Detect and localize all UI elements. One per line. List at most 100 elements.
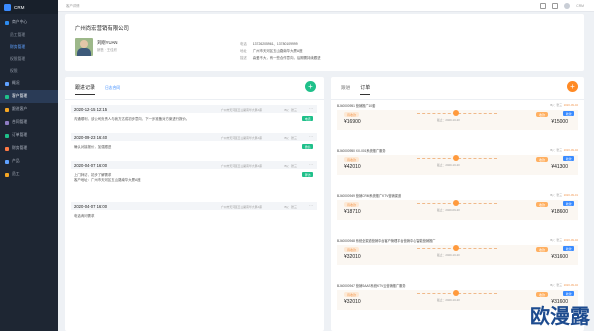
sidebar-item-3[interactable]: 权限管理 [0,53,58,65]
received-tag: 收款 [535,247,548,252]
tab-contract-log[interactable]: 日志合同 [105,86,120,94]
order-number[interactable]: BJ40000950 XX-001系统推广服务 [337,148,386,153]
logo-icon [4,3,11,11]
sidebar-item-11[interactable]: 产品 [0,155,58,168]
person-meta: 销售 · 王佳欣 [97,48,117,52]
order-row[interactable]: BJ40000951 营销推广10套 By：张三 2020-09-02 待收款 ¥169… [337,103,578,130]
payment-status-tag: 待收款 [344,112,360,117]
user-name[interactable]: CRM [576,4,584,8]
company-card: 广州尚宏营销有限公司 刘刚YUAN 销售 · 王佳欣 电话 13726205961… [65,14,584,71]
order-amount: ¥32010 [344,254,361,260]
tab-follow-records[interactable]: 跟进记录 [75,84,96,95]
description-field: 描述 喜爱不大，有一些合作意向，后期需持续跟进 [240,56,321,60]
order-number[interactable]: BJ40000947 营销SAAS系统KTV云营销推广服务 [337,283,406,288]
record-author: By：张三 [284,107,297,112]
order-amount: ¥42010 [344,164,361,170]
sidebar-item-icon [5,120,9,125]
collect-button[interactable]: 收款 [563,201,574,206]
progress-dot-icon [453,290,459,296]
record-location: 广州市天河区五山路南华大厦A座 [221,204,263,209]
more-icon[interactable]: ··· [309,106,313,111]
bell-icon[interactable] [552,2,559,9]
breadcrumb[interactable]: 客户详情 [66,3,80,8]
sidebar-item-icon [5,159,9,164]
received-amount: ¥41300 [551,164,568,170]
order-number[interactable]: BJ40000949 营销CRM系统推广KTV营销渠道 [337,193,401,198]
sidebar-item-icon [5,146,9,151]
record-time: 2020-04-07 16:00 [74,203,108,209]
order-date: 2020-09-02 [563,283,578,287]
follow-record: 2020-04-07 16:00 广州市天河区五山路南华大厦A座 By：张三 ··· 电… [71,202,317,222]
sidebar-item-icon [5,81,9,86]
sidebar-item-12[interactable]: 员工 [0,168,58,181]
record-text: 确认对接报价，加强跟进 [74,145,112,149]
person-photo [75,38,93,56]
collect-button[interactable]: 收款 [563,156,574,161]
record-text: 电话询问需求 [74,214,95,218]
sidebar-item-0[interactable]: 商户中心 [0,16,58,29]
sidebar-item-label: 产品 [12,159,20,163]
record-location: 广州市天河区五山路南华大厦A座 [221,163,263,168]
payment-status-tag: 待收款 [344,157,360,162]
received-amount: ¥18600 [551,209,568,215]
order-number[interactable]: BJ40000948 系统全渠道营销中台客户管理平台营销中心智能营销推广 [337,238,435,243]
order-author: By：张三 [550,238,562,242]
more-icon[interactable]: ··· [309,203,313,208]
order-date: 2020-09-02 [563,148,578,152]
record-author: By：张三 [284,204,297,209]
order-author: By：张三 [550,193,562,197]
sidebar-item-10[interactable]: 财务管理 [0,142,58,155]
sidebar-item-icon [5,20,9,25]
phone-field: 电话 13726205961、13780109999 [240,42,298,46]
order-number[interactable]: BJ40000951 营销推广10套 [337,103,375,108]
sidebar-item-label: 商户中心 [12,20,28,24]
brand[interactable]: CRM [0,0,58,14]
order-date: 2020-09-02 [563,103,578,107]
add-order-button[interactable]: + [567,81,578,92]
sidebar-item-8[interactable]: 合同管理 [0,116,58,129]
received-amount: ¥15000 [551,119,568,125]
sidebar-item-1[interactable]: 员工管理 [0,29,58,41]
orders-panel: 跟进 订单 + BJ40000951 营销推广10套 By：张三 2020-09-0… [331,77,584,331]
sidebar-item-5[interactable]: 概况 [0,77,58,90]
sidebar-item-4[interactable]: 权限 [0,65,58,77]
record-type-badge: 电话 [302,116,313,122]
more-icon[interactable]: ··· [309,134,313,139]
record-location: 广州市天河区五山路南华大厦A座 [221,107,263,112]
sidebar-item-label: 员工管理 [10,32,26,37]
tab-orders[interactable]: 订单 [360,84,371,95]
sidebar-item-9[interactable]: 订单管理 [0,129,58,142]
sidebar-item-label: 概况 [12,81,20,85]
tab-follow[interactable]: 跟进 [341,85,350,94]
add-follow-button[interactable]: + [305,81,316,92]
avatar[interactable] [564,2,571,9]
order-row[interactable]: BJ40000949 营销CRM系统推广KTV营销渠道 By：张三 2020-09-… [337,193,578,220]
received-tag: 收款 [535,292,548,297]
address-field: 地址 广州市天河区五山路南华大厦A座 [240,49,303,53]
sidebar-item-label: 权限管理 [10,56,26,61]
order-payment-box: 待收款 ¥18710 截止：2020-09-20 收款 ¥18600 收款 [337,200,578,220]
sidebar-item-2[interactable]: 财务管理 [0,41,58,53]
topbar: 客户详情 CRM [58,0,594,12]
order-row[interactable]: BJ40000950 XX-001系统推广服务 By：张三 2020-09-02 待收… [337,148,578,175]
order-payment-box: 待收款 ¥42010 截止：2020-10-20 收款 ¥41300 收款 [337,155,578,175]
order-row[interactable]: BJ40000948 系统全渠道营销中台客户管理平台营销中心智能营销推广 By：张… [337,238,578,265]
collect-button[interactable]: 收款 [563,291,574,296]
sidebar-item-label: 合同管理 [12,120,28,124]
record-time: 2020-04-07 16:00 [74,162,108,168]
order-author: By：张三 [550,103,562,107]
order-amount: ¥32010 [344,299,361,305]
collect-button[interactable]: 收款 [563,111,574,116]
more-icon[interactable]: ··· [309,162,313,167]
received-tag: 收款 [535,202,548,207]
sidebar: CRM 商户中心 员工管理 财务管理 权限管理 权限 概况 客户管理 跟进客户 合同管理 订单管理… [0,0,58,331]
order-amount: ¥18710 [344,209,361,215]
sidebar-item-7[interactable]: 跟进客户 [0,103,58,116]
sidebar-item-6[interactable]: 客户管理 [0,90,58,103]
search-icon[interactable] [540,2,547,9]
payment-status-tag: 待收款 [344,202,360,207]
follow-record: 2020-04-07 16:00 广州市天河区五山路南华大厦A座 By：张三 ··· 上… [71,161,317,195]
follow-tabs: 跟进记录 日志合同 [75,84,120,95]
collect-button[interactable]: 收款 [563,246,574,251]
sidebar-item-label: 财务管理 [12,146,28,150]
